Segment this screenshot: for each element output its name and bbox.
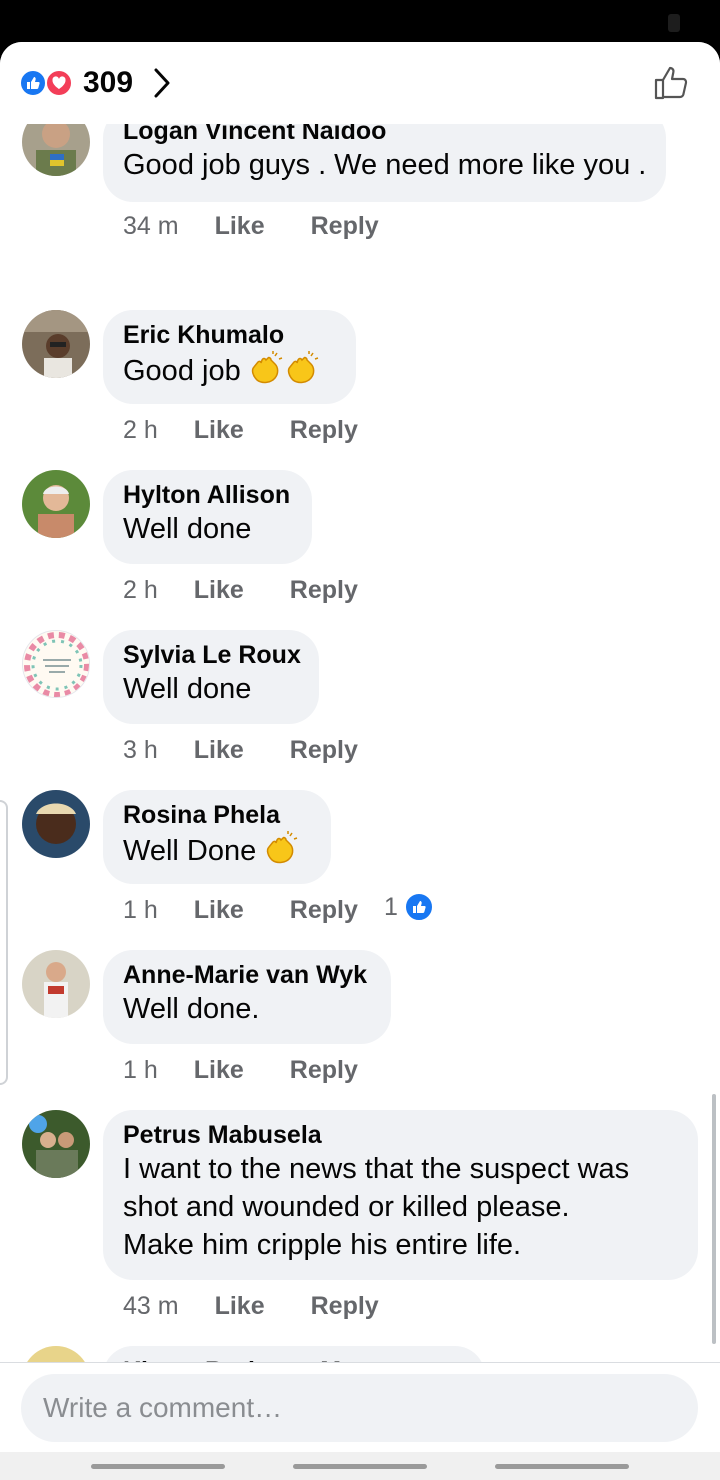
like-post-button[interactable] [652, 64, 690, 102]
comment-author[interactable]: Sylvia Le Roux [123, 640, 301, 670]
comment-text: Good job guys . We need more like you . [123, 149, 647, 181]
like-button[interactable]: Like [215, 1292, 265, 1321]
comment-time: 3 h [123, 736, 158, 764]
reply-button[interactable]: Reply [290, 576, 358, 605]
reply-button[interactable]: Reply [311, 212, 379, 241]
avatar[interactable] [22, 630, 90, 698]
clapping-hands-icon [267, 831, 298, 864]
comment-bubble[interactable]: Anne-Marie van Wyk Well done. [103, 950, 391, 1044]
comment-time: 43 m [123, 1292, 179, 1320]
reply-button[interactable]: Reply [311, 1292, 379, 1321]
comment-like-count[interactable]: 1 [384, 892, 434, 922]
avatar[interactable] [22, 1110, 90, 1178]
status-bar [0, 0, 720, 44]
comment-text: Well done [123, 673, 252, 705]
like-button[interactable]: Like [194, 416, 244, 445]
comment-bubble[interactable]: Hylton Allison Well done [103, 470, 312, 564]
navigation-bar [0, 1452, 720, 1480]
comment-bubble[interactable]: Logan Vincent Naidoo Good job guys . We … [103, 124, 667, 202]
comment-input[interactable] [21, 1374, 698, 1442]
comment-text-line: shot and wounded or killed please. [123, 1191, 570, 1223]
comment-time: 2 h [123, 576, 158, 604]
chevron-right-icon[interactable] [152, 67, 172, 99]
side-edge [0, 800, 8, 1085]
love-reaction-icon [45, 69, 73, 97]
clapping-hands-icon [287, 351, 319, 384]
comment-actions: 3 h Like Reply [123, 736, 358, 765]
comment-time: 2 h [123, 416, 158, 444]
comment-bubble[interactable]: Petrus Mabusela I want to the news that … [103, 1110, 698, 1280]
comment-actions: 2 h Like Reply [123, 576, 358, 605]
comment-bubble[interactable]: Sylvia Le Roux Well done [103, 630, 319, 724]
comment-list: Logan Vincent Naidoo Good job guys . We … [0, 124, 720, 1364]
comment-author[interactable]: Logan Vincent Naidoo [123, 124, 646, 146]
comment-author[interactable]: Hylton Allison [123, 480, 292, 510]
comment-time: 1 h [123, 896, 158, 924]
like-button[interactable]: Like [194, 1056, 244, 1085]
like-button[interactable]: Like [215, 212, 265, 241]
reply-button[interactable]: Reply [290, 896, 358, 925]
comment-author[interactable]: Anne-Marie van Wyk [123, 960, 371, 990]
comment-text: Well done. [123, 993, 260, 1025]
reply-button[interactable]: Reply [290, 736, 358, 765]
like-reaction-icon [19, 69, 47, 97]
comment-text: Good job [123, 355, 241, 387]
comment-author[interactable]: Rosina Phela [123, 800, 311, 830]
like-reaction-icon [403, 892, 434, 922]
nav-recents-button[interactable] [91, 1464, 225, 1469]
avatar[interactable] [22, 950, 90, 1018]
comment-text: Well done [123, 513, 252, 545]
comments-sheet: 309 Logan Vincent Naidoo Good job guys .… [0, 42, 720, 1480]
status-indicator-icon [668, 14, 680, 32]
avatar[interactable] [22, 310, 90, 378]
comment-text-line: I want to the news that the suspect was [123, 1153, 630, 1185]
like-button[interactable]: Like [194, 576, 244, 605]
comment-author[interactable]: Petrus Mabusela [123, 1120, 678, 1150]
clapping-hands-icon [251, 351, 283, 384]
reply-button[interactable]: Reply [290, 416, 358, 445]
comment-actions: 2 h Like Reply [123, 416, 358, 445]
comment-text: Well Done [123, 835, 257, 867]
nav-back-button[interactable] [495, 1464, 629, 1469]
comment-bubble[interactable]: Eric Khumalo Good job [103, 310, 356, 404]
nav-home-button[interactable] [293, 1464, 427, 1469]
comment-actions: 1 h Like Reply [123, 1056, 358, 1085]
avatar[interactable] [22, 124, 90, 176]
like-button[interactable]: Like [194, 896, 244, 925]
scrollbar[interactable] [712, 1094, 716, 1344]
comment-author[interactable]: Eric Khumalo [123, 320, 336, 350]
comment-time: 1 h [123, 1056, 158, 1084]
reactions-header: 309 [0, 42, 720, 124]
avatar[interactable] [22, 790, 90, 858]
comment-actions: 1 h Like Reply [123, 896, 358, 925]
comment-actions: 34 m Like Reply [123, 212, 379, 241]
comment-composer [0, 1362, 720, 1452]
comment-time: 34 m [123, 212, 179, 240]
reply-button[interactable]: Reply [290, 1056, 358, 1085]
avatar[interactable] [22, 470, 90, 538]
like-button[interactable]: Like [194, 736, 244, 765]
comment-bubble[interactable]: Rosina Phela Well Done [103, 790, 331, 884]
comment-text-line: Make him cripple his entire life. [123, 1229, 522, 1261]
comment-actions: 43 m Like Reply [123, 1292, 379, 1321]
reaction-count[interactable]: 309 [83, 66, 133, 100]
